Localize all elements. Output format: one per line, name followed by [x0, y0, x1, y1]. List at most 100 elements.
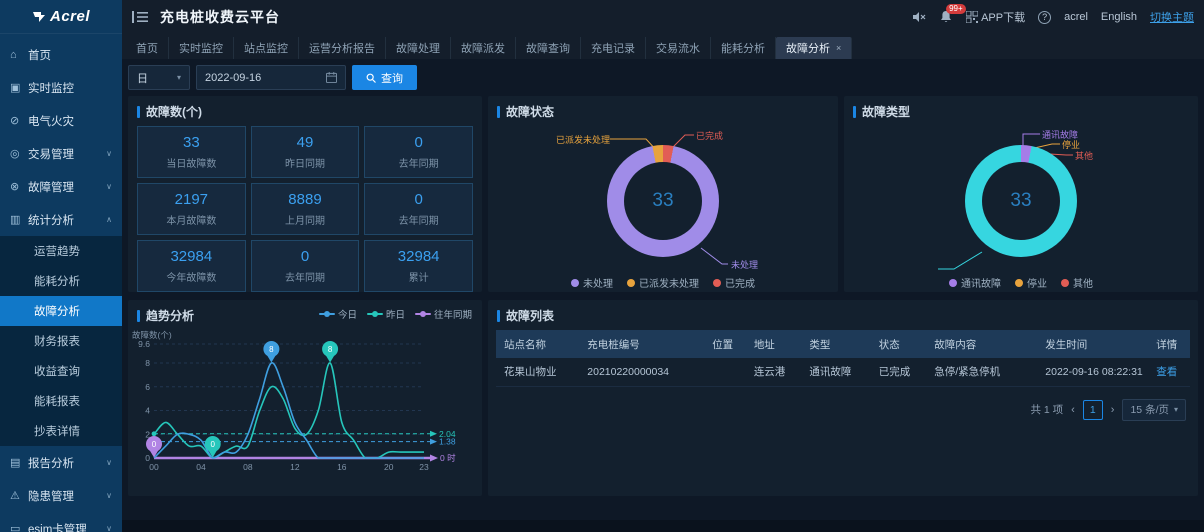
next-page-icon[interactable]: ›	[1111, 404, 1115, 416]
legend-item-停业[interactable]: 停业	[1015, 275, 1047, 290]
donut-ring[interactable]: 33	[965, 145, 1077, 257]
legend-item-未处理[interactable]: 未处理	[571, 275, 613, 290]
sidebar-subitem-能耗分析[interactable]: 能耗分析	[0, 266, 122, 296]
legend-item-通讯故障[interactable]: 通讯故障	[949, 275, 1001, 290]
search-icon	[366, 73, 376, 83]
donut-legend: 通讯故障停业其他	[844, 275, 1198, 290]
sidebar-item-首页[interactable]: ⌂首页	[0, 38, 122, 71]
sidebar-item-统计分析[interactable]: ▥统计分析∧	[0, 203, 122, 236]
tab-故障处理[interactable]: 故障处理	[386, 37, 451, 59]
sidebar-item-交易管理[interactable]: ◎交易管理∨	[0, 137, 122, 170]
sim-card-icon: ▭	[10, 522, 28, 532]
legend-dot	[571, 279, 579, 287]
svg-text:08: 08	[243, 462, 253, 472]
logo-icon	[32, 11, 46, 23]
legend-item-已派发未处理[interactable]: 已派发未处理	[627, 275, 699, 290]
sidebar-subitem-运营趋势[interactable]: 运营趋势	[0, 236, 122, 266]
sidebar-subitem-抄表详情[interactable]: 抄表详情	[0, 416, 122, 446]
monitor-icon: ▣	[10, 81, 28, 94]
prev-page-icon[interactable]: ‹	[1071, 404, 1075, 416]
sidebar: Acrel ⌂首页▣实时监控⊘电气火灾◎交易管理∨⊗故障管理∨▥统计分析∧运营趋…	[0, 0, 122, 532]
user-menu[interactable]: acrel	[1064, 11, 1088, 23]
trend-line-chart: 故障数(个)024689.6000408121620232.041.380 时8…	[128, 328, 482, 486]
sidebar-item-故障管理[interactable]: ⊗故障管理∨	[0, 170, 122, 203]
page-size-select[interactable]: 15 条/页 ▾	[1122, 399, 1186, 421]
chevron-down-icon: ∨	[106, 491, 112, 500]
slice-label-未处理: 未处理	[731, 258, 758, 271]
tab-故障分析[interactable]: 故障分析×	[776, 37, 852, 59]
trend-legend: 今日昨日往年同期	[319, 307, 472, 321]
trend-legend-往年同期[interactable]: 往年同期	[415, 307, 472, 321]
language-switch[interactable]: English	[1101, 11, 1137, 23]
donut-ring[interactable]: 33	[607, 145, 719, 257]
help-icon[interactable]: ?	[1038, 11, 1051, 24]
tab-能耗分析[interactable]: 能耗分析	[711, 37, 776, 59]
legend-item-其他[interactable]: 其他	[1061, 275, 1093, 290]
table-cell: 通讯故障	[801, 358, 870, 386]
close-tab-icon[interactable]: ×	[836, 43, 841, 53]
brand-logo: Acrel	[0, 0, 122, 34]
column-header-类型: 类型	[801, 330, 870, 358]
tab-故障查询[interactable]: 故障查询	[516, 37, 581, 59]
tab-交易流水[interactable]: 交易流水	[646, 37, 711, 59]
stat-card-昨日同期: 49昨日同期	[251, 126, 360, 178]
sidebar-subitem-收益查询[interactable]: 收益查询	[0, 356, 122, 386]
sidebar-item-esim卡管理[interactable]: ▭esim卡管理∨	[0, 512, 122, 532]
tab-充电记录[interactable]: 充电记录	[581, 37, 646, 59]
sidebar-subitem-故障分析[interactable]: 故障分析	[0, 296, 122, 326]
svg-text:12: 12	[290, 462, 300, 472]
column-header-充电桩编号: 充电桩编号	[579, 330, 704, 358]
trend-legend-今日[interactable]: 今日	[319, 307, 357, 321]
legend-item-已完成[interactable]: 已完成	[713, 275, 755, 290]
query-button[interactable]: 查询	[352, 65, 417, 90]
tab-bar: 首页实时监控站点监控运营分析报告故障处理故障派发故障查询充电记录交易流水能耗分析…	[122, 34, 1204, 59]
tab-运营分析报告[interactable]: 运营分析报告	[299, 37, 386, 59]
view-detail-link[interactable]: 查看	[1148, 358, 1190, 386]
stat-card-去年同期: 0去年同期	[364, 183, 473, 235]
mute-icon[interactable]	[912, 10, 926, 24]
fault-table: 站点名称充电桩编号位置地址类型状态故障内容发生时间详情 花果山物业2021022…	[496, 330, 1190, 387]
sidebar-item-label: 交易管理	[28, 146, 106, 162]
fault-type-donut-chart: 33 通讯故障停业其他通讯故障停业其他	[844, 124, 1198, 292]
stat-label: 去年同期	[399, 155, 439, 170]
stat-value: 33	[183, 134, 200, 151]
collapse-menu-icon[interactable]	[132, 11, 148, 23]
sidebar-item-隐患管理[interactable]: ⚠隐患管理∨	[0, 479, 122, 512]
stat-value: 0	[414, 191, 422, 208]
tab-故障派发[interactable]: 故障派发	[451, 37, 516, 59]
column-header-发生时间: 发生时间	[1037, 330, 1148, 358]
report-icon: ▤	[10, 456, 28, 469]
date-picker[interactable]: 2022-09-16	[196, 65, 346, 90]
tab-首页[interactable]: 首页	[126, 37, 169, 59]
svg-text:0: 0	[152, 440, 157, 449]
notifications-bell-icon[interactable]: 99+	[939, 10, 953, 24]
stat-label: 本月故障数	[166, 212, 216, 227]
table-row[interactable]: 花果山物业20210220000034连云港通讯故障已完成急停/紧急停机2022…	[496, 358, 1190, 386]
calendar-icon	[326, 72, 337, 83]
theme-switch-link[interactable]: 切换主题	[1150, 9, 1194, 25]
legend-dot	[627, 279, 635, 287]
sidebar-item-实时监控[interactable]: ▣实时监控	[0, 71, 122, 104]
sidebar-item-报告分析[interactable]: ▤报告分析∨	[0, 446, 122, 479]
svg-text:8: 8	[145, 358, 150, 368]
stat-card-去年同期: 0去年同期	[251, 240, 360, 292]
svg-text:8: 8	[269, 345, 274, 354]
sidebar-item-电气火灾[interactable]: ⊘电气火灾	[0, 104, 122, 137]
stats-icon: ▥	[10, 213, 28, 226]
trend-legend-昨日[interactable]: 昨日	[367, 307, 405, 321]
tab-站点监控[interactable]: 站点监控	[234, 37, 299, 59]
stat-value: 32984	[398, 248, 440, 265]
svg-text:0 时: 0 时	[440, 453, 456, 463]
sidebar-subitem-能耗报表[interactable]: 能耗报表	[0, 386, 122, 416]
filter-bar: 日 ▾ 2022-09-16 查询	[122, 59, 1204, 94]
pagination-total: 共 1 项	[1030, 402, 1063, 417]
legend-dot	[713, 279, 721, 287]
sidebar-item-label: 统计分析	[28, 212, 106, 228]
page-number[interactable]: 1	[1083, 400, 1103, 420]
period-select[interactable]: 日 ▾	[128, 65, 190, 90]
sidebar-subitem-财务报表[interactable]: 财务报表	[0, 326, 122, 356]
app-download-button[interactable]: APP下载	[966, 9, 1025, 25]
panel-title: 故障数(个)	[128, 96, 482, 124]
app-download-label: APP下载	[981, 9, 1025, 25]
tab-实时监控[interactable]: 实时监控	[169, 37, 234, 59]
